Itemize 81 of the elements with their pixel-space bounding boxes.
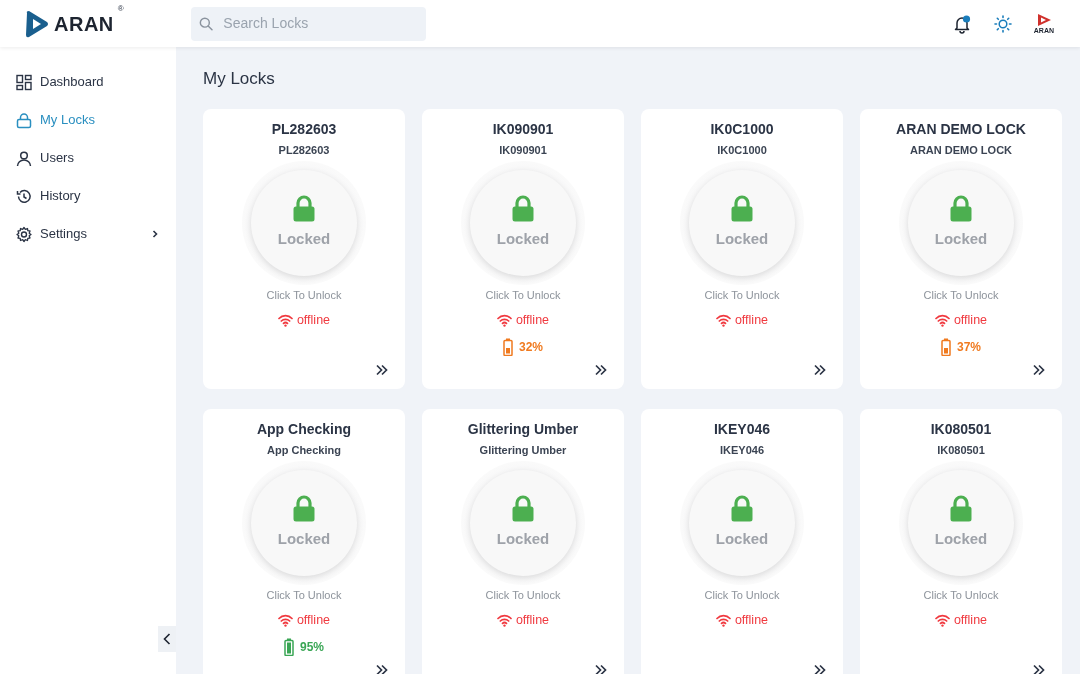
search-icon <box>199 15 214 32</box>
sidebar-item[interactable]: My Locks <box>0 101 176 139</box>
connection-status: offline <box>296 612 331 630</box>
lock-toggle-button[interactable]: Locked <box>689 469 795 576</box>
unlock-hint: Click To Unlock <box>704 587 780 603</box>
lock-toggle-button[interactable]: Locked <box>251 469 357 576</box>
details-button[interactable] <box>375 363 389 378</box>
lock-id: IK080501 <box>937 443 985 459</box>
details-button[interactable] <box>375 663 389 674</box>
unlock-hint: Click To Unlock <box>485 587 561 603</box>
battery-level: 37% <box>957 339 981 357</box>
unlock-hint: Click To Unlock <box>266 587 342 603</box>
grid-icon <box>16 73 32 91</box>
connection-status: offline <box>734 612 769 630</box>
lock-toggle-button[interactable]: Locked <box>689 169 795 276</box>
lock-id: ARAN DEMO LOCK <box>909 143 1013 159</box>
connection-status: offline <box>734 312 769 330</box>
theme-button[interactable] <box>993 14 1012 33</box>
unlock-hint: Click To Unlock <box>485 287 561 303</box>
lock-toggle-button[interactable]: Locked <box>470 169 576 276</box>
sidebar-item[interactable]: Settings <box>0 215 176 253</box>
sun-icon <box>993 14 1012 33</box>
sidebar-item[interactable]: Dashboard <box>0 63 176 101</box>
lock-name: Glittering Umber <box>467 420 579 440</box>
lock-toggle-button[interactable]: Locked <box>908 469 1014 576</box>
double-chevron-icon <box>813 363 827 378</box>
unlock-hint: Click To Unlock <box>923 287 999 303</box>
logo-icon <box>24 9 50 38</box>
lock-id: IKEY046 <box>720 443 764 459</box>
lock-name: PL282603 <box>271 120 337 140</box>
details-button[interactable] <box>1032 363 1046 378</box>
history-icon <box>16 187 32 205</box>
unlock-hint: Click To Unlock <box>266 287 342 303</box>
lock-id: Glittering Umber <box>479 443 567 459</box>
lock-toggle-button[interactable]: Locked <box>470 469 576 576</box>
connection-status: offline <box>953 312 988 330</box>
details-button[interactable] <box>594 363 608 378</box>
unlock-hint: Click To Unlock <box>923 587 999 603</box>
unlock-hint: Click To Unlock <box>704 287 780 303</box>
double-chevron-icon <box>1032 363 1046 378</box>
collapse-button[interactable] <box>158 626 176 652</box>
double-chevron-icon <box>375 363 389 378</box>
connection-status: offline <box>515 612 550 630</box>
lock-name: IK0C1000 <box>710 120 774 140</box>
details-button[interactable] <box>1032 663 1046 674</box>
page-title: My Locks <box>203 69 276 90</box>
registered-mark: ® <box>117 2 124 15</box>
settings-icon <box>16 225 32 243</box>
details-button[interactable] <box>594 663 608 674</box>
lock-id: App Checking <box>267 443 341 459</box>
details-button[interactable] <box>813 363 827 378</box>
double-chevron-icon <box>813 663 827 674</box>
connection-status: offline <box>296 312 331 330</box>
sidebar-item[interactable]: Users <box>0 139 176 177</box>
details-button[interactable] <box>813 663 827 674</box>
lock-name: ARAN DEMO LOCK <box>896 120 1026 140</box>
search-input[interactable]: Search Locks <box>221 12 418 35</box>
double-chevron-icon <box>594 363 608 378</box>
lock-name: App Checking <box>256 420 352 440</box>
user-icon <box>16 149 32 167</box>
sidebar-item[interactable]: History <box>0 177 176 215</box>
logo-icon <box>1035 13 1052 27</box>
brand-name: ARAN <box>54 11 114 37</box>
lock-id: PL282603 <box>278 143 330 159</box>
lock-toggle-button[interactable]: Locked <box>251 169 357 276</box>
connection-status: offline <box>515 312 550 330</box>
lock-id: IK090901 <box>499 143 547 159</box>
lock-name: IK090901 <box>492 120 554 140</box>
battery-level: 95% <box>300 639 324 657</box>
double-chevron-icon <box>1032 663 1046 674</box>
chevron-left-icon <box>163 633 171 645</box>
lock-toggle-button[interactable]: Locked <box>908 169 1014 276</box>
double-chevron-icon <box>594 663 608 674</box>
search-field[interactable]: Search Locks <box>191 6 426 41</box>
double-chevron-icon <box>375 663 389 674</box>
battery-level: 32% <box>519 339 543 357</box>
lock-name: IK080501 <box>930 420 992 440</box>
lock-name: IKEY046 <box>713 420 770 440</box>
connection-status: offline <box>953 612 988 630</box>
padlock-icon <box>16 111 32 129</box>
lock-id: IK0C1000 <box>717 143 767 159</box>
